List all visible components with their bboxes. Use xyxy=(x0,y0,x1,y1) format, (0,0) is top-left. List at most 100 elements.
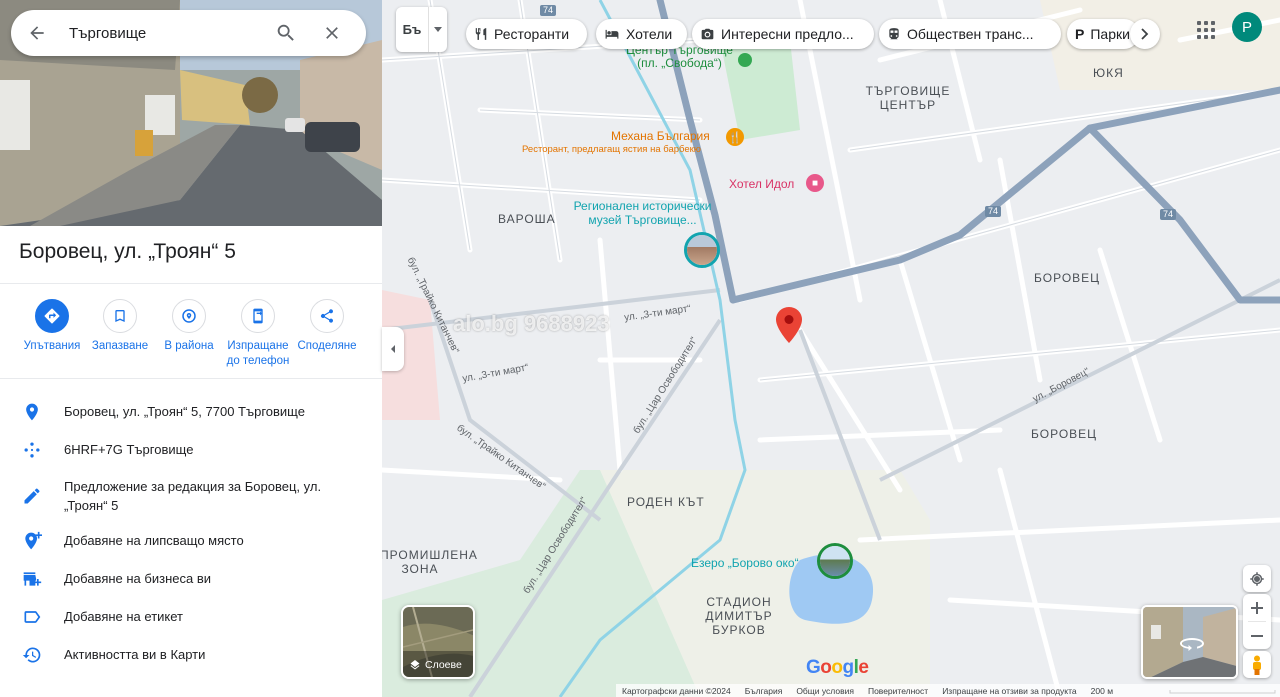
transit-icon xyxy=(889,28,899,40)
map-footer: Картографски данни ©2024 България Общи у… xyxy=(616,684,1280,697)
google-apps-button[interactable] xyxy=(1192,16,1218,42)
park-marker-icon[interactable] xyxy=(738,53,752,67)
street-view-thumbnail[interactable] xyxy=(1141,605,1238,679)
zoom-controls xyxy=(1243,594,1271,649)
search-box xyxy=(11,10,366,56)
add-business-row[interactable]: Добавяне на бизнеса ви xyxy=(0,569,382,589)
hotel-marker-icon[interactable]: ■ xyxy=(806,174,824,192)
hotel-icon xyxy=(605,29,619,39)
layers-icon xyxy=(410,660,420,670)
place-details-panel: Боровец, ул. „Троян“ 5 Упътвания Запазва… xyxy=(0,0,382,697)
apps-grid-icon xyxy=(1197,21,1201,25)
add-missing-place-row[interactable]: Добавяне на липсващо място xyxy=(0,531,382,551)
chevron-right-icon xyxy=(1141,28,1149,40)
place-title: Боровец, ул. „Троян“ 5 xyxy=(19,240,236,263)
chip-parking[interactable]: P Парки xyxy=(1067,19,1139,49)
poi-mehana-name[interactable]: Механа България xyxy=(611,129,710,143)
action-buttons: Упътвания Запазване В района Изпращане д… xyxy=(0,296,382,376)
camera-icon xyxy=(701,28,714,40)
send-to-phone-button[interactable]: Изпращане до телефон xyxy=(220,296,296,369)
share-label: Споделяне xyxy=(297,340,357,352)
search-input[interactable] xyxy=(63,18,263,48)
map-label-stadium: СТАДИОН ДИМИТЪР БУРКОВ xyxy=(705,595,773,637)
feedback-link[interactable]: Изпращане на отзиви за продукта xyxy=(942,686,1076,696)
nearby-icon xyxy=(182,309,196,323)
map-data-attribution: Картографски данни ©2024 xyxy=(622,685,731,696)
chip-parking-label: Парки xyxy=(1090,26,1130,42)
add-business-icon xyxy=(23,572,42,586)
directions-button[interactable]: Упътвания xyxy=(14,296,90,354)
map-label-torgovishte-center: ТЪРГОВИЩЕ ЦЕНТЪР xyxy=(865,84,951,112)
history-icon xyxy=(22,647,41,663)
share-button[interactable]: Споделяне xyxy=(289,296,365,354)
map-label-varosha: ВАРОША xyxy=(498,212,556,226)
my-location-button[interactable] xyxy=(1243,565,1271,592)
add-missing-place-text: Добавяне на липсващо място xyxy=(64,533,244,548)
poi-mehana-desc: Ресторант, предлагащ ястия на барбекю xyxy=(522,144,701,155)
poi-lake[interactable]: Езеро „Борово око“ xyxy=(691,556,799,570)
plus-icon xyxy=(1251,601,1263,614)
language-dropdown-button[interactable] xyxy=(428,7,447,52)
restaurant-marker-icon[interactable]: 🍴 xyxy=(726,128,744,146)
bookmark-icon xyxy=(115,310,125,322)
rotate-360-icon xyxy=(1180,638,1204,651)
map-label-roden-kat: РОДЕН КЪТ xyxy=(627,495,705,509)
parking-icon: P xyxy=(1075,26,1085,42)
clear-search-button[interactable] xyxy=(309,10,355,56)
plus-code-text: 6HRF+7G Търговище xyxy=(64,442,194,457)
save-label: Запазване xyxy=(91,340,149,352)
chevron-left-icon xyxy=(391,345,395,353)
terms-link[interactable]: Общи условия xyxy=(796,686,854,696)
suggest-edit-row[interactable]: Предложение за редакция за Боровец, ул. … xyxy=(0,477,382,515)
close-icon xyxy=(326,27,338,39)
google-logo: Google xyxy=(806,657,869,678)
add-place-icon xyxy=(25,531,42,550)
pegman-icon xyxy=(1253,655,1261,675)
poi-hotel[interactable]: Хотел Идол xyxy=(729,177,794,191)
maps-activity-row[interactable]: Активността ви в Карти xyxy=(0,645,382,665)
lake-photo-marker[interactable] xyxy=(817,543,853,579)
add-business-text: Добавяне на бизнеса ви xyxy=(64,571,211,586)
account-avatar[interactable]: P xyxy=(1232,12,1262,42)
map-label-industrial-zone: ПРОМИШЛЕНА ЗОНА xyxy=(380,548,478,576)
address-row[interactable]: Боровец, ул. „Троян“ 5, 7700 Търговище xyxy=(0,402,382,422)
chip-restaurants-label: Ресторанти xyxy=(494,26,570,42)
nearby-button[interactable]: В района xyxy=(151,296,227,354)
send-to-phone-label: Изпращане до телефон xyxy=(226,340,290,367)
my-location-icon xyxy=(1250,571,1264,586)
nearby-label: В района xyxy=(164,340,214,352)
label-icon xyxy=(24,611,41,623)
road-shield-74: 74 xyxy=(985,206,1002,217)
search-button[interactable] xyxy=(263,10,309,56)
phone-icon xyxy=(253,308,263,324)
language-label: Бъ xyxy=(402,22,422,37)
restaurant-icon xyxy=(475,28,487,40)
scale-label[interactable]: 200 м xyxy=(1091,686,1113,696)
museum-photo-marker[interactable] xyxy=(684,232,720,268)
poi-museum[interactable]: Регионален исторически музей Търговище..… xyxy=(560,199,725,227)
collapse-panel-button[interactable] xyxy=(382,327,404,371)
chip-restaurants[interactable]: Ресторанти xyxy=(466,19,587,49)
chip-attractions[interactable]: Интересни предло... xyxy=(692,19,874,49)
chip-public-transport-label: Обществен транс... xyxy=(907,26,1034,42)
zoom-in-button[interactable] xyxy=(1243,594,1271,621)
country-link[interactable]: България xyxy=(745,686,783,696)
save-button[interactable]: Запазване xyxy=(82,296,158,354)
pegman-button[interactable] xyxy=(1243,651,1271,678)
privacy-link[interactable]: Поверителност xyxy=(868,686,928,696)
chip-attractions-label: Интересни предло... xyxy=(721,26,854,42)
layers-button[interactable]: Слоеве xyxy=(401,605,475,679)
location-pin-marker-icon[interactable] xyxy=(776,307,802,343)
road-shield-74: 74 xyxy=(1160,209,1177,220)
back-button[interactable] xyxy=(11,10,63,56)
zoom-out-button[interactable] xyxy=(1243,622,1271,649)
maps-activity-text: Активността ви в Карти xyxy=(64,647,206,662)
add-label-row[interactable]: Добавяне на етикет xyxy=(0,607,382,627)
plus-code-row[interactable]: 6HRF+7G Търговище xyxy=(0,440,382,460)
chips-scroll-right-button[interactable] xyxy=(1130,19,1160,49)
chip-public-transport[interactable]: Обществен транс... xyxy=(879,19,1061,49)
road-shield-74: 74 xyxy=(540,5,557,16)
edit-pencil-icon xyxy=(24,488,40,504)
chip-hotels[interactable]: Хотели xyxy=(596,19,687,49)
language-button[interactable]: Бъ xyxy=(396,7,447,52)
